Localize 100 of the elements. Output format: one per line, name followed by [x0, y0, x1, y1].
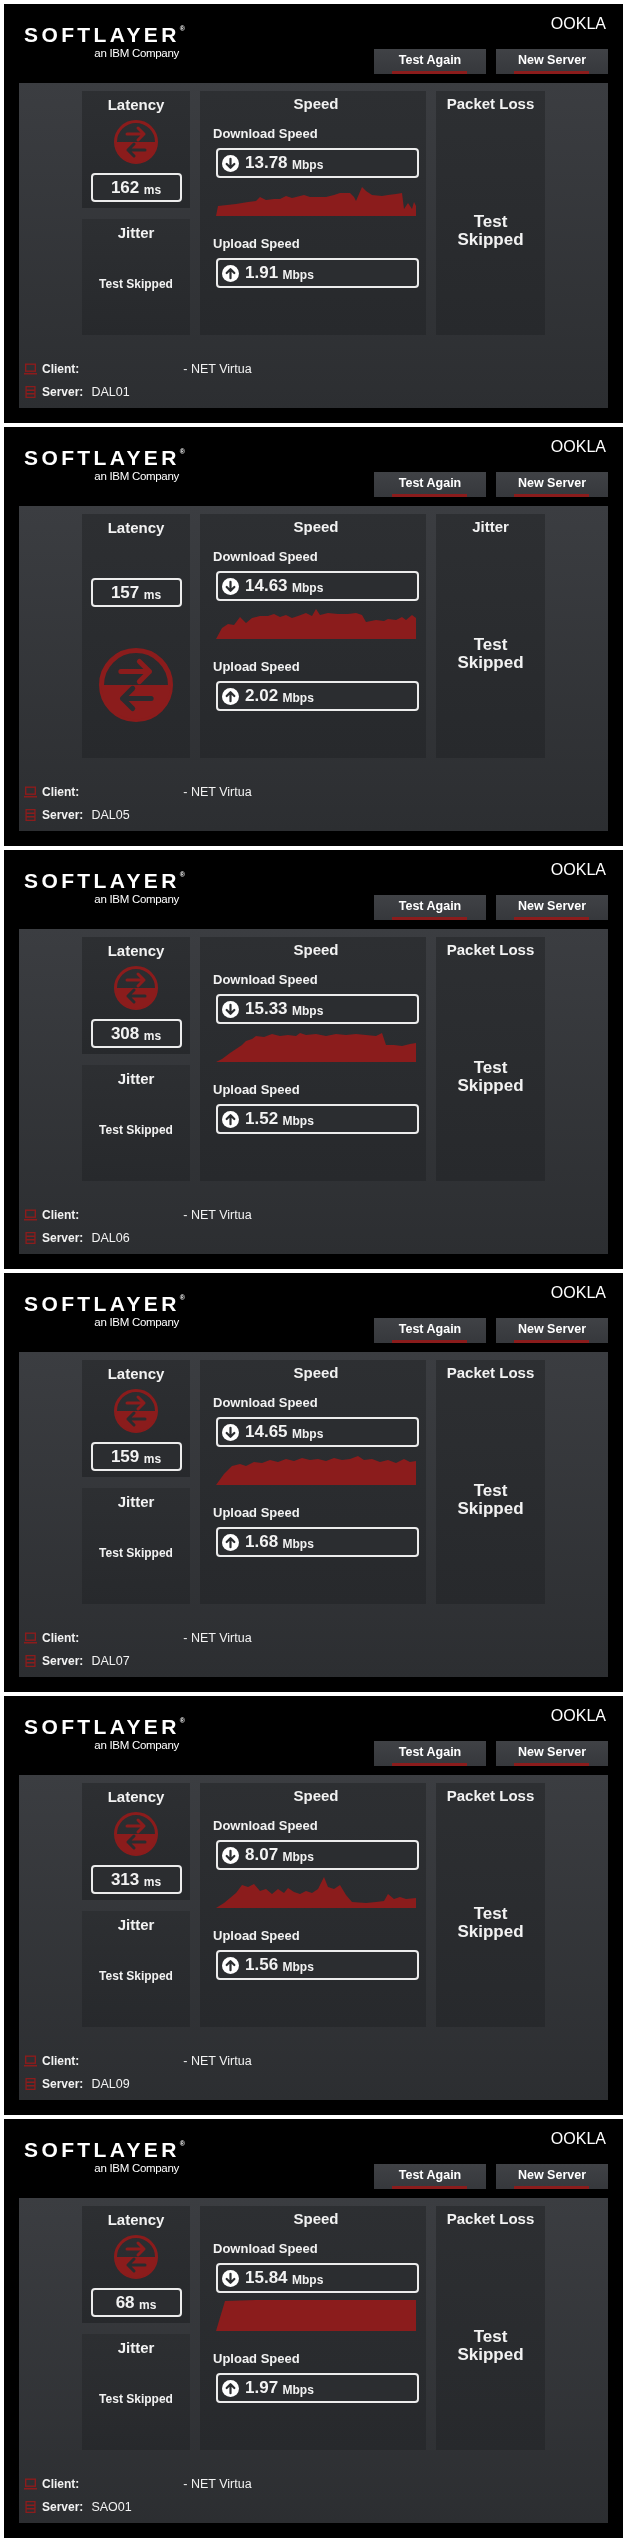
- skipped-message: Test Skipped: [456, 636, 525, 672]
- card-title: Speed: [293, 95, 339, 113]
- speed-label: Upload Speed: [213, 1928, 300, 1944]
- skipped-message: Test Skipped: [456, 1059, 525, 1095]
- upload-value: 1.56 Mbps: [245, 1955, 314, 1975]
- two-way-arrows-icon: [114, 966, 158, 1010]
- server-icon: [24, 2501, 37, 2513]
- two-way-arrows-icon: [114, 120, 158, 164]
- download-icon: [222, 1846, 239, 1864]
- download-value: 14.63 Mbps: [245, 576, 324, 596]
- latency-readout: 159 ms: [90, 1442, 182, 1471]
- upload-icon: [222, 687, 239, 705]
- card-title: Jitter: [117, 1070, 155, 1088]
- info-label: Client:: [42, 1631, 80, 1645]
- header-button[interactable]: New Server: [496, 49, 608, 74]
- header-button[interactable]: Test Again: [374, 1318, 486, 1343]
- header-button[interactable]: New Server: [496, 1318, 608, 1343]
- info-label: Server:: [42, 808, 84, 822]
- info-value: - NET Virtua: [183, 2054, 252, 2068]
- download-value: 15.84 Mbps: [245, 2268, 324, 2288]
- upload-icon: [222, 264, 239, 282]
- info-value: - NET Virtua: [183, 785, 252, 799]
- card-title: Jitter: [472, 518, 509, 536]
- logo-wordmark: SOFTLAYER$^{®}$: [24, 24, 185, 46]
- header-button[interactable]: New Server: [496, 895, 608, 920]
- laptop-icon: [24, 363, 37, 375]
- card-title: Latency: [107, 1365, 165, 1383]
- card-title: Packet Loss: [446, 1787, 535, 1805]
- latency-readout: 68 ms: [90, 2288, 182, 2317]
- header-button[interactable]: Test Again: [374, 472, 486, 497]
- card-title: Latency: [107, 96, 165, 114]
- info-label: Client:: [42, 2477, 80, 2491]
- skipped-message: Test Skipped: [456, 2328, 525, 2364]
- card-title: Jitter: [117, 1493, 155, 1511]
- card-title: Speed: [293, 1364, 339, 1382]
- info-label: Server:: [42, 1231, 84, 1245]
- laptop-icon: [24, 2055, 37, 2067]
- server-icon: [24, 386, 37, 398]
- card-title: Latency: [107, 1788, 165, 1806]
- logo-wordmark: SOFTLAYER$^{®}$: [24, 1293, 185, 1315]
- info-value: DAL06: [91, 1231, 130, 1245]
- skipped-message: Test Skipped: [99, 1122, 173, 1138]
- logo-wordmark: SOFTLAYER$^{®}$: [24, 2139, 185, 2161]
- header-button[interactable]: New Server: [496, 1741, 608, 1766]
- card-title: Jitter: [117, 224, 155, 242]
- upload-value: 1.52 Mbps: [245, 1109, 314, 1129]
- download-value: 15.33 Mbps: [245, 999, 324, 1019]
- logo-wordmark: SOFTLAYER$^{®}$: [24, 1716, 185, 1738]
- logo-tagline: an IBM Company: [94, 2162, 180, 2175]
- upload-value: 2.02 Mbps: [245, 686, 314, 706]
- speed-label: Download Speed: [213, 1818, 318, 1834]
- header-button[interactable]: Test Again: [374, 895, 486, 920]
- laptop-icon: [24, 1209, 37, 1221]
- speed-label: Upload Speed: [213, 236, 300, 252]
- header-button[interactable]: Test Again: [374, 2164, 486, 2189]
- skipped-message: Test Skipped: [456, 1482, 525, 1518]
- info-value: SAO01: [91, 2500, 132, 2514]
- skipped-message: Test Skipped: [456, 1905, 525, 1941]
- brand-logo: OOKLA: [550, 437, 606, 457]
- speed-label: Upload Speed: [213, 1082, 300, 1098]
- header-button[interactable]: Test Again: [374, 1741, 486, 1766]
- download-value: 14.65 Mbps: [245, 1422, 324, 1442]
- latency-readout: 308 ms: [90, 1019, 182, 1048]
- upload-value: 1.68 Mbps: [245, 1532, 314, 1552]
- speed-label: Upload Speed: [213, 2351, 300, 2367]
- speed-label: Download Speed: [213, 126, 318, 142]
- card-title: Jitter: [117, 2339, 155, 2357]
- card-title: Speed: [293, 518, 339, 536]
- upload-icon: [222, 1110, 239, 1128]
- card-title: Jitter: [117, 1916, 155, 1934]
- header-button[interactable]: New Server: [496, 2164, 608, 2189]
- upload-icon: [222, 2379, 239, 2397]
- download-icon: [222, 2269, 239, 2287]
- server-icon: [24, 1232, 37, 1244]
- download-value: 8.07 Mbps: [245, 1845, 314, 1865]
- info-value: - NET Virtua: [183, 2477, 252, 2491]
- card-title: Packet Loss: [446, 1364, 535, 1382]
- info-value: DAL07: [91, 1654, 130, 1668]
- download-icon: [222, 577, 239, 595]
- brand-logo: OOKLA: [550, 2129, 606, 2149]
- two-way-arrows-icon: [114, 1389, 158, 1433]
- latency-readout: 313 ms: [90, 1865, 182, 1894]
- logo-tagline: an IBM Company: [94, 470, 180, 483]
- header-button[interactable]: New Server: [496, 472, 608, 497]
- logo-tagline: an IBM Company: [94, 47, 180, 60]
- card-title: Packet Loss: [446, 2210, 535, 2228]
- upload-value: 1.91 Mbps: [245, 263, 314, 283]
- brand-logo: OOKLA: [550, 860, 606, 880]
- header-button[interactable]: Test Again: [374, 49, 486, 74]
- logo-wordmark: SOFTLAYER$^{®}$: [24, 447, 185, 469]
- speed-label: Download Speed: [213, 972, 318, 988]
- logo-tagline: an IBM Company: [94, 1316, 180, 1329]
- speed-label: Upload Speed: [213, 1505, 300, 1521]
- info-label: Server:: [42, 1654, 84, 1668]
- laptop-icon: [24, 786, 37, 798]
- laptop-icon: [24, 1632, 37, 1644]
- info-label: Client:: [42, 1208, 80, 1222]
- brand-logo: OOKLA: [550, 1706, 606, 1726]
- latency-readout: 157 ms: [90, 578, 182, 607]
- info-value: - NET Virtua: [183, 1631, 252, 1645]
